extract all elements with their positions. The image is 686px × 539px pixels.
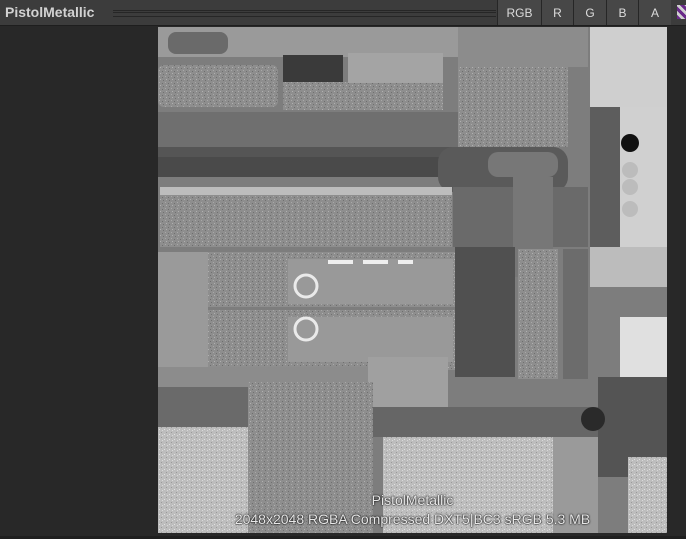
preview-texture-details: 2048x2048 RGBA Compressed DXT5|BC3 sRGB … [234, 511, 591, 527]
channel-a-button[interactable]: A [638, 0, 671, 25]
preview-header: PistolMetallic RGB R G B A [0, 0, 686, 26]
preview-texture-name: PistolMetallic [371, 492, 454, 508]
texture-atlas-graphic [158, 27, 667, 533]
channel-b-button[interactable]: B [606, 0, 638, 25]
preview-title: PistolMetallic [5, 4, 95, 20]
texture-viewport[interactable]: PistolMetallic 2048x2048 RGBA Compressed… [0, 27, 686, 536]
texture-preview-image [158, 27, 667, 533]
channel-r-button[interactable]: R [541, 0, 573, 25]
channel-rgb-button[interactable]: RGB [497, 0, 541, 25]
mip-color-swatch-icon[interactable] [677, 5, 686, 19]
channel-g-button[interactable]: G [573, 0, 606, 25]
drag-handle[interactable] [113, 10, 496, 17]
